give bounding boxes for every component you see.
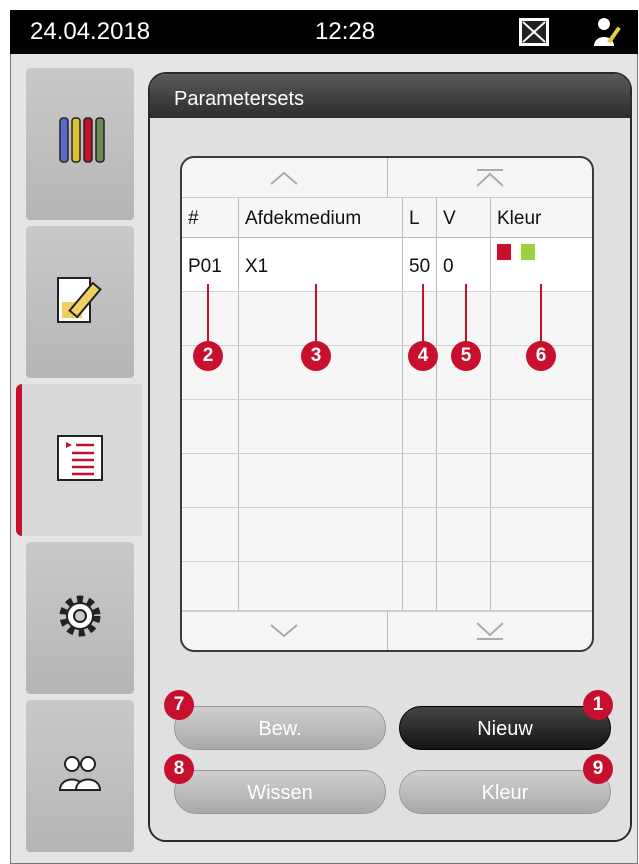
- callout-badge: 9: [583, 754, 613, 784]
- table-row[interactable]: P01 X1 50 0: [182, 238, 592, 292]
- chevron-down-icon: [270, 623, 298, 637]
- table-row: [182, 562, 592, 612]
- tab-slides[interactable]: [26, 226, 134, 378]
- delete-button[interactable]: Wissen: [174, 770, 386, 814]
- callout-badge: 5: [451, 341, 481, 371]
- callout-line: [207, 284, 209, 342]
- color-swatch-red: [497, 244, 511, 260]
- edit-button[interactable]: Bew.: [174, 706, 386, 750]
- callout-badge: 6: [526, 341, 556, 371]
- color-button[interactable]: Kleur: [399, 770, 611, 814]
- callout-badge: 4: [408, 341, 438, 371]
- scroll-up-button[interactable]: [182, 158, 387, 197]
- tab-reagents[interactable]: [26, 68, 134, 220]
- callout-badge: 3: [301, 341, 331, 371]
- table-row: [182, 454, 592, 508]
- scroll-bottom-row: [182, 610, 592, 650]
- alarm-muted-icon[interactable]: [518, 17, 550, 47]
- cell-v: 0: [436, 238, 490, 291]
- callout-badge: 2: [193, 341, 223, 371]
- users-icon: [58, 756, 102, 791]
- chevron-up-icon: [270, 171, 298, 185]
- callout-line: [465, 284, 467, 342]
- table-row: [182, 508, 592, 562]
- col-header-id[interactable]: #: [182, 198, 238, 237]
- scroll-top-row: [182, 158, 592, 198]
- tab-parametersets[interactable]: [16, 384, 142, 536]
- callout-line: [540, 284, 542, 342]
- user-edit-icon[interactable]: [592, 16, 628, 48]
- callout-badge: 8: [164, 754, 194, 784]
- gear-icon: [59, 595, 101, 637]
- status-bar: 24.04.2018 12:28: [10, 10, 638, 54]
- tab-settings[interactable]: [26, 542, 134, 694]
- callout-badge: 1: [583, 690, 613, 720]
- table-row: [182, 400, 592, 454]
- table-row: [182, 292, 592, 346]
- parameterset-table: # Afdekmedium L V Kleur P01 X1 50 0: [180, 156, 594, 652]
- slide-edit-icon: [57, 277, 102, 323]
- chevron-top-icon: [476, 168, 504, 187]
- cell-color: [490, 238, 592, 291]
- scroll-to-top-button[interactable]: [386, 158, 593, 197]
- callout-line: [315, 284, 317, 342]
- status-date: 24.04.2018: [30, 18, 151, 45]
- page-title: Parametersets: [150, 74, 630, 118]
- status-time: 12:28: [315, 18, 376, 45]
- chevron-bottom-icon: [476, 621, 504, 640]
- parameter-list-icon: [57, 435, 103, 481]
- callout-badge: 7: [164, 690, 194, 720]
- col-header-medium[interactable]: Afdekmedium: [238, 198, 402, 237]
- scroll-down-button[interactable]: [182, 611, 387, 650]
- col-header-color[interactable]: Kleur: [490, 198, 592, 237]
- reagent-bottles-icon: [59, 117, 105, 163]
- scroll-to-bottom-button[interactable]: [386, 611, 593, 650]
- col-header-l[interactable]: L: [402, 198, 436, 237]
- color-swatch-green: [521, 244, 535, 260]
- cell-l: 50: [402, 238, 436, 291]
- table-header: # Afdekmedium L V Kleur: [182, 198, 592, 238]
- new-button[interactable]: Nieuw: [399, 706, 611, 750]
- col-header-v[interactable]: V: [436, 198, 490, 237]
- cell-id: P01: [188, 256, 222, 277]
- tab-users[interactable]: [26, 700, 134, 852]
- cell-medium: X1: [238, 238, 402, 291]
- callout-line: [422, 284, 424, 342]
